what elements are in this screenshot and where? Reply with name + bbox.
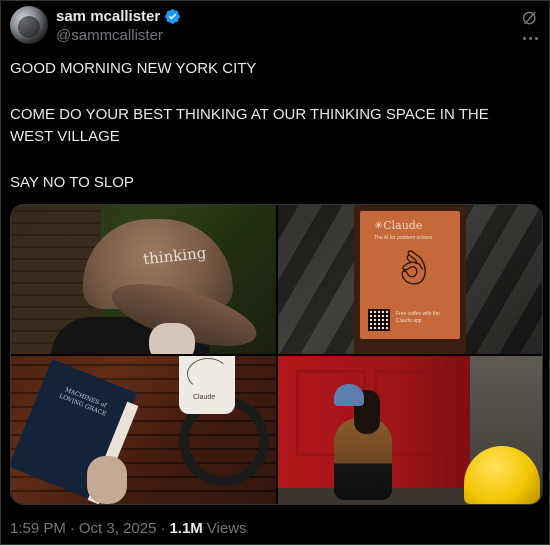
more-button[interactable] <box>520 34 540 42</box>
photo-book[interactable]: MACHINES of LOVING GRACE Claude <box>11 356 276 504</box>
tweet-line: COME DO YOUR BEST THINKING AT OUR THINKI… <box>10 106 489 145</box>
separator: · <box>160 520 166 537</box>
poster-coffee-text: Free coffee with the Claude app <box>396 311 440 324</box>
cup-text: Claude <box>193 394 216 401</box>
more-icon-dot <box>534 36 538 40</box>
photo-poster[interactable]: ✳Claude The AI for problem solvers 👌︎ Fr… <box>278 205 542 354</box>
grok-icon <box>522 11 536 25</box>
tweet-date[interactable]: Oct 3, 2025 <box>79 520 157 537</box>
cup-lid <box>187 358 229 390</box>
views-label: Views <box>206 520 247 537</box>
hand <box>149 323 195 354</box>
tweet-meta: 1:59 PM · Oct 3, 2025 · 1.1M Views <box>10 520 247 537</box>
poster-brand: ✳Claude <box>374 219 423 232</box>
views-count[interactable]: 1.1M <box>169 520 202 537</box>
separator: · <box>69 520 75 537</box>
author-name[interactable]: sam mcallister <box>56 8 160 25</box>
author-handle[interactable]: @sammcallister <box>56 27 163 44</box>
photo-grid: thinking ✳Claude The AI for problem solv… <box>10 204 543 505</box>
ok-hand-icon: 👌︎ <box>392 249 436 287</box>
tweet-time[interactable]: 1:59 PM <box>10 520 66 537</box>
tweet-line: SAY NO TO SLOP <box>10 174 134 191</box>
photo-door[interactable] <box>278 356 542 504</box>
avatar[interactable] <box>10 6 48 44</box>
verified-badge-icon <box>165 9 180 24</box>
more-icon-dot <box>522 36 526 40</box>
tweet-line: GOOD MORNING NEW YORK CITY <box>10 60 257 77</box>
more-icon-dot <box>528 36 532 40</box>
photo-cap[interactable]: thinking <box>11 205 276 354</box>
grok-button[interactable] <box>520 8 540 28</box>
qr-code-icon <box>368 309 390 331</box>
hat <box>334 384 364 406</box>
poster-tagline: The AI for problem solvers <box>374 235 433 241</box>
hand <box>87 456 127 504</box>
author-name-row: sam mcallister <box>56 8 181 25</box>
